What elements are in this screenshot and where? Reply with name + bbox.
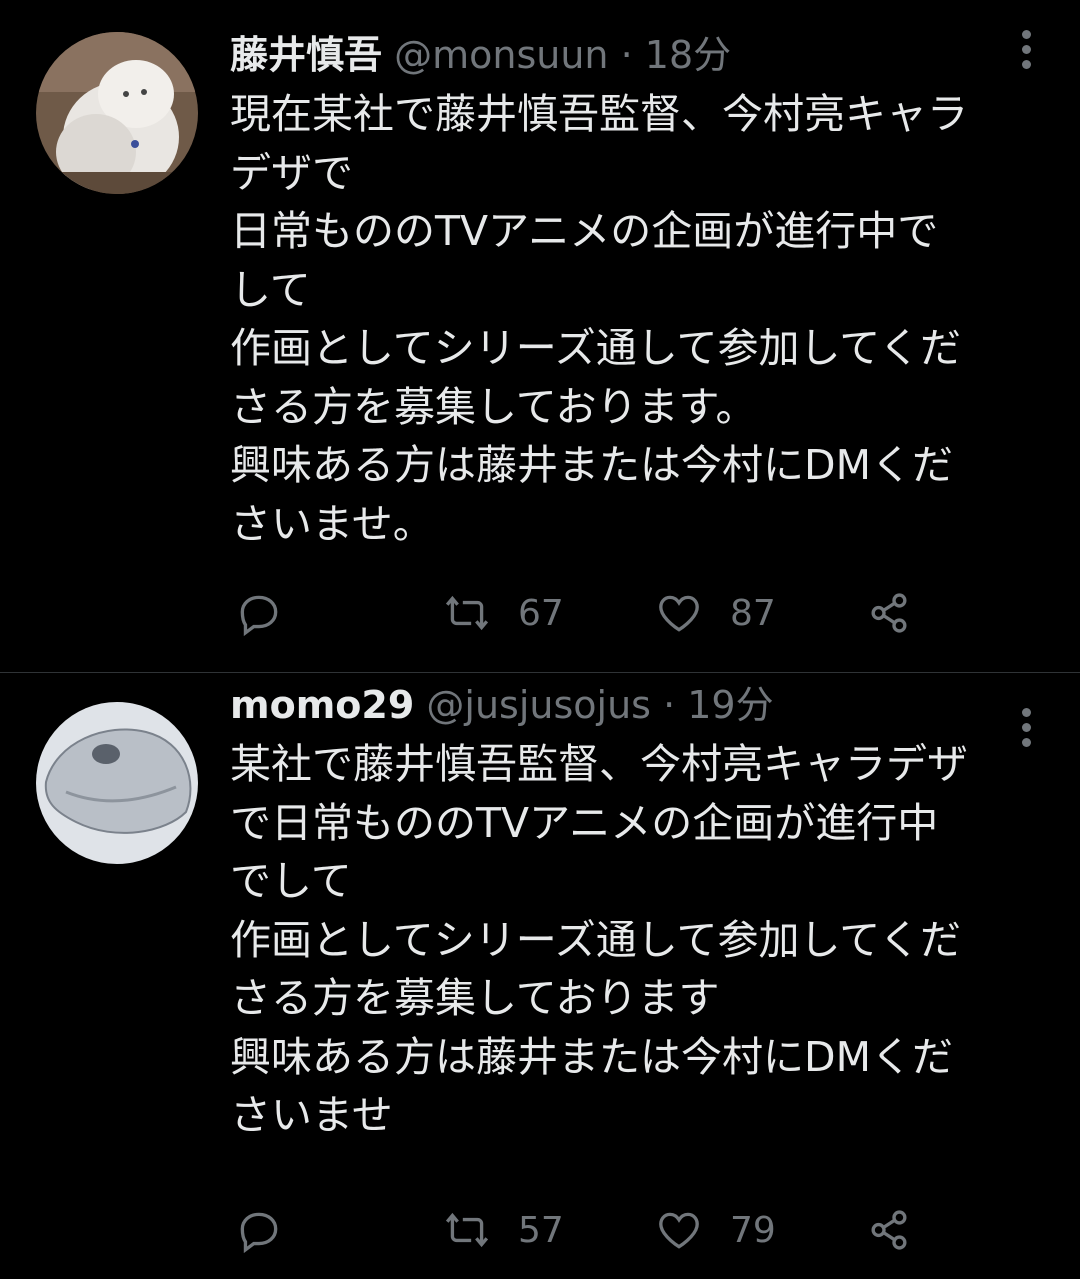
more-options-icon[interactable]: [1020, 30, 1032, 75]
like-count: 87: [730, 592, 776, 634]
tweet[interactable]: momo29 @jusjusojus · 19分 某社で藤井慎吾監督、今村亮キャ…: [0, 672, 1080, 1279]
separator: ·: [663, 683, 676, 727]
reply-button[interactable]: [234, 1200, 284, 1260]
reply-icon: [240, 1212, 278, 1254]
share-icon: [871, 593, 907, 633]
retweet-icon: [445, 595, 489, 631]
reply-icon: [240, 595, 278, 637]
retweet-button[interactable]: 67: [442, 583, 564, 643]
heart-icon: [659, 1212, 699, 1249]
reply-button[interactable]: [234, 583, 284, 643]
timestamp[interactable]: 19分: [687, 683, 773, 727]
tweet-text: 某社で藤井慎吾監督、今村亮キャラデザ で日常もののTVアニメの企画が進行中 でし…: [230, 740, 968, 1139]
like-button[interactable]: 87: [654, 583, 776, 643]
retweet-count: 57: [518, 1209, 564, 1251]
like-count: 79: [730, 1209, 776, 1251]
user-handle[interactable]: @monsuun: [394, 33, 608, 77]
sketch-avatar-icon: [36, 702, 198, 864]
timestamp[interactable]: 18分: [645, 33, 731, 77]
cat-avatar-icon: [36, 32, 198, 194]
retweet-icon: [445, 1212, 489, 1248]
user-handle[interactable]: @jusjusojus: [426, 683, 651, 727]
tweet-text: 現在某社で藤井慎吾監督、今村亮キャラ デザで 日常もののTVアニメの企画が進行中…: [230, 90, 968, 548]
tweet[interactable]: 藤井慎吾 @monsuun · 18分 現在某社で藤井慎吾監督、今村亮キャラ デ…: [0, 0, 1080, 672]
tweet-header: momo29 @jusjusojus · 19分: [230, 680, 774, 730]
like-button[interactable]: 79: [654, 1200, 776, 1260]
tweet-actions: 67 87: [230, 583, 1080, 643]
avatar[interactable]: [36, 32, 198, 194]
share-button[interactable]: [864, 1200, 914, 1260]
display-name[interactable]: 藤井慎吾: [230, 33, 382, 77]
display-name[interactable]: momo29: [230, 683, 414, 727]
tweet-actions: 57 79: [230, 1200, 1080, 1260]
retweet-count: 67: [518, 592, 564, 634]
avatar[interactable]: [36, 702, 198, 864]
tweet-header: 藤井慎吾 @monsuun · 18分: [230, 30, 731, 80]
separator: ·: [620, 33, 633, 77]
heart-icon: [659, 595, 699, 632]
share-button[interactable]: [864, 583, 914, 643]
share-icon: [871, 1210, 907, 1250]
retweet-button[interactable]: 57: [442, 1200, 564, 1260]
